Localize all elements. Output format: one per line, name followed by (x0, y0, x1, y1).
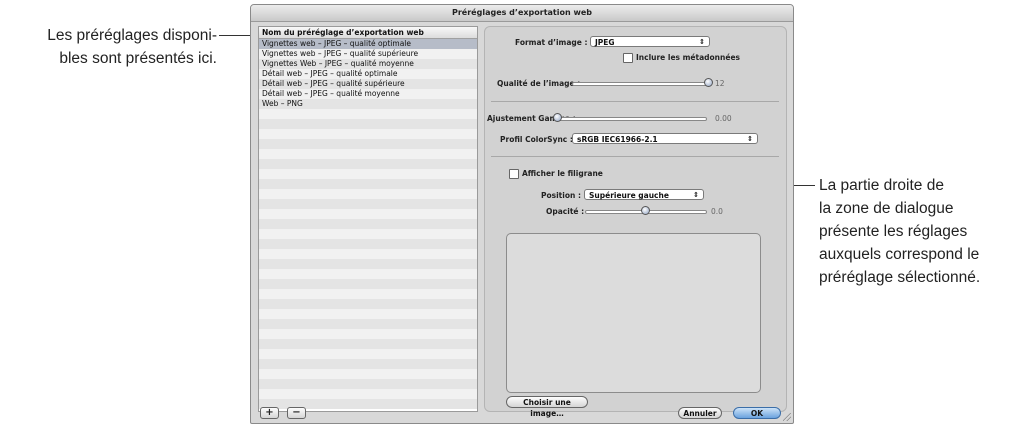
preset-list-empty-row (259, 279, 477, 289)
preset-list-empty-row (259, 359, 477, 369)
cancel-button[interactable]: Annuler (678, 407, 722, 419)
export-presets-dialog: Préréglages d’exportation web Nom du pré… (250, 4, 794, 424)
add-preset-button[interactable]: + (260, 407, 279, 419)
image-format-value: JPEG (595, 38, 615, 47)
position-label: Position : (541, 191, 581, 200)
callout-presets-line-2: bles sont présentés ici. (59, 50, 217, 67)
include-metadata-checkbox[interactable] (623, 53, 633, 63)
preset-list-empty-row (259, 189, 477, 199)
popup-arrows-icon: ⇕ (693, 191, 699, 199)
preset-list-empty-row (259, 199, 477, 209)
preset-list-empty-row (259, 289, 477, 299)
popup-arrows-icon: ⇕ (699, 38, 705, 46)
opacity-knob[interactable] (641, 206, 650, 215)
separator (491, 156, 779, 157)
position-popup[interactable]: Supérieure gauche ⇕ (584, 189, 704, 200)
callout-presets-line-1: Les préréglages disponi- (47, 27, 217, 44)
preset-list-item[interactable]: Détail web – JPEG – qualité optimale (259, 69, 477, 79)
image-format-popup[interactable]: JPEG ⇕ (590, 36, 710, 47)
preset-list-empty-row (259, 379, 477, 389)
separator (491, 101, 779, 102)
gamma-value: 0.00 (715, 114, 732, 123)
callout-settings-line-1: La partie droite de (819, 177, 944, 194)
preset-list-empty-row (259, 299, 477, 309)
resize-grip-icon[interactable] (783, 413, 791, 421)
preset-list-empty-row (259, 259, 477, 269)
preset-list-empty-row (259, 389, 477, 399)
remove-preset-button[interactable]: − (287, 407, 306, 419)
preset-list-empty-row (259, 109, 477, 119)
show-watermark-checkbox[interactable] (509, 169, 519, 179)
choose-image-button[interactable]: Choisir une image… (506, 396, 588, 418)
image-quality-label: Qualité de l’image : (497, 79, 581, 88)
preset-list-item[interactable]: Vignettes web – JPEG – qualité optimale (259, 39, 477, 49)
preset-list-empty-row (259, 119, 477, 129)
show-watermark-label: Afficher le filigrane (522, 169, 603, 178)
dialog-title: Préréglages d’exportation web (251, 5, 793, 22)
watermark-preview (506, 233, 761, 393)
preset-list-rows: Vignettes web – JPEG – qualité optimale V… (259, 39, 477, 409)
gamma-knob[interactable] (553, 113, 562, 122)
colorsync-popup[interactable]: sRGB IEC61966-2.1 ⇕ (572, 133, 758, 144)
gamma-slider[interactable] (557, 117, 707, 121)
image-quality-slider[interactable] (572, 82, 710, 86)
opacity-value: 0.0 (711, 207, 723, 216)
preset-list-item[interactable]: Détail web – JPEG – qualité moyenne (259, 89, 477, 99)
popup-arrows-icon: ⇕ (747, 135, 753, 143)
colorsync-label: Profil ColorSync : (500, 135, 573, 144)
preset-list-empty-row (259, 249, 477, 259)
callout-settings-line-4: auxquels correspond le (819, 246, 980, 263)
opacity-label: Opacité : (546, 207, 585, 216)
preset-list-item[interactable]: Détail web – JPEG – qualité supérieure (259, 79, 477, 89)
preset-list-empty-row (259, 149, 477, 159)
preset-list-empty-row (259, 319, 477, 329)
preset-list-empty-row (259, 179, 477, 189)
preset-list-item[interactable]: Vignettes Web – JPEG – qualité moyenne (259, 59, 477, 69)
callout-settings-line-5: préréglage sélectionné. (819, 269, 981, 286)
preset-list-empty-row (259, 239, 477, 249)
preset-list-item[interactable]: Web – PNG (259, 99, 477, 109)
include-metadata-label: Inclure les métadonnées (636, 53, 741, 62)
preset-list-empty-row (259, 309, 477, 319)
preset-list-empty-row (259, 229, 477, 239)
image-quality-knob[interactable] (704, 78, 713, 87)
preset-list-empty-row (259, 369, 477, 379)
colorsync-value: sRGB IEC61966-2.1 (577, 135, 658, 144)
preset-list-header[interactable]: Nom du préréglage d’exportation web (259, 27, 477, 39)
callout-settings: La partie droite de la zone de dialogue … (819, 174, 1026, 289)
preset-list-empty-row (259, 339, 477, 349)
preset-list-empty-row (259, 349, 477, 359)
preset-settings-panel: Format d’image : JPEG ⇕ Inclure les méta… (484, 26, 787, 418)
preset-list-empty-row (259, 329, 477, 339)
preset-list-empty-row (259, 269, 477, 279)
preset-list-item[interactable]: Vignettes web – JPEG – qualité supérieur… (259, 49, 477, 59)
preset-list-empty-row (259, 159, 477, 169)
callout-settings-line-2: la zone de dialogue (819, 200, 954, 217)
preset-list-empty-row (259, 129, 477, 139)
callout-settings-line-3: présente les réglages (819, 223, 968, 240)
image-quality-value: 12 (715, 79, 725, 88)
position-value: Supérieure gauche (589, 191, 669, 200)
image-format-label: Format d’image : (515, 38, 588, 47)
preset-list: Nom du préréglage d’exportation web Vign… (258, 26, 478, 412)
preset-list-empty-row (259, 219, 477, 229)
preset-list-empty-row (259, 209, 477, 219)
ok-button[interactable]: OK (733, 407, 781, 419)
callout-presets: Les préréglages disponi- bles sont prése… (0, 24, 217, 70)
preset-list-empty-row (259, 139, 477, 149)
preset-list-empty-row (259, 169, 477, 179)
